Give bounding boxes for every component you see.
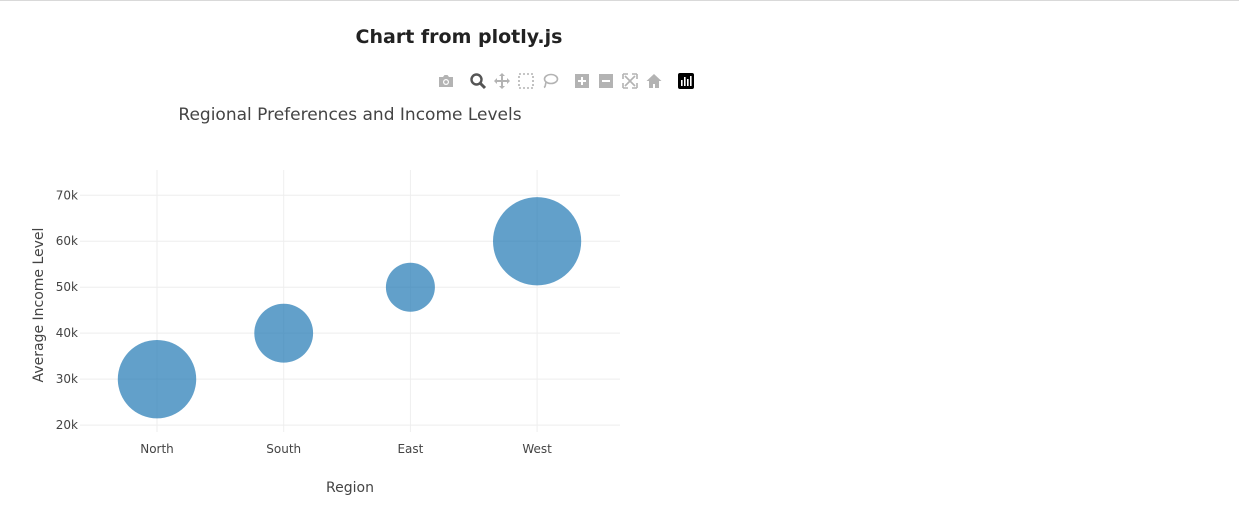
y-axis-title: Average Income Level: [31, 228, 47, 383]
y-tick-label: 60k: [56, 234, 78, 248]
y-tick-label: 40k: [56, 326, 78, 340]
y-tick-label: 20k: [56, 418, 78, 432]
chart: Regional Preferences and Income Levels 2…: [31, 105, 620, 496]
x-tick-label: East: [397, 442, 423, 456]
x-tick-label: South: [266, 442, 301, 456]
x-axis-title: Region: [326, 480, 374, 496]
y-tick-label: 50k: [56, 280, 78, 294]
marker-layer: [117, 197, 582, 419]
bubble-marker: [492, 197, 582, 286]
bubble-marker: [254, 303, 314, 363]
bubble-marker: [385, 262, 435, 312]
y-tick-label: 30k: [56, 372, 78, 386]
x-tick-label: West: [522, 442, 552, 456]
y-tick-label: 70k: [56, 188, 78, 202]
x-tick-label: North: [140, 442, 174, 456]
bubble-marker: [117, 339, 197, 419]
chart-title: Regional Preferences and Income Levels: [178, 105, 521, 125]
